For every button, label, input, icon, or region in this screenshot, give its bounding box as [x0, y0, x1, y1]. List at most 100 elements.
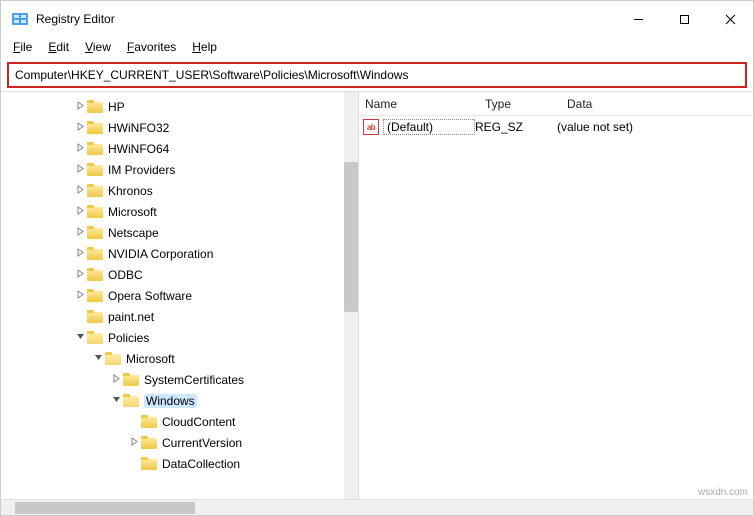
tree-item[interactable]: Windows [1, 390, 358, 411]
tree-item-label: Microsoft [126, 352, 175, 366]
tree-item[interactable]: Khronos [1, 180, 358, 201]
app-icon [11, 10, 29, 28]
tree-item-label: Microsoft [108, 205, 157, 219]
tree-item-label: Khronos [108, 184, 153, 198]
folder-icon [87, 289, 103, 302]
tree-item-label: Windows [144, 394, 197, 408]
chevron-down-icon[interactable] [91, 353, 105, 365]
column-type[interactable]: Type [485, 97, 567, 111]
tree-item-label: NVIDIA Corporation [108, 247, 213, 261]
value-type: REG_SZ [475, 120, 557, 134]
menu-file[interactable]: File [13, 40, 32, 54]
folder-icon [87, 205, 103, 218]
chevron-down-icon[interactable] [73, 332, 87, 344]
tree-item-label: Netscape [108, 226, 159, 240]
chevron-right-icon[interactable] [73, 185, 87, 197]
chevron-right-icon[interactable] [73, 227, 87, 239]
tree-item[interactable]: HWiNFO32 [1, 117, 358, 138]
tree-item-label: ODBC [108, 268, 143, 282]
tree-item-label: Opera Software [108, 289, 192, 303]
tree-item[interactable]: Netscape [1, 222, 358, 243]
folder-icon [87, 331, 103, 344]
tree-item[interactable]: . CloudContent [1, 411, 358, 432]
column-headers[interactable]: Name Type Data [359, 92, 753, 116]
menu-bar: File Edit View Favorites Help [1, 37, 753, 59]
tree-item[interactable]: Opera Software [1, 285, 358, 306]
tree-pane[interactable]: HP HWiNFO32 HWiNFO64 IM Providers Khronos Mic… [1, 92, 359, 499]
tree-item-label: HWiNFO64 [108, 142, 169, 156]
folder-icon [87, 310, 103, 323]
address-bar[interactable]: Computer\HKEY_CURRENT_USER\Software\Poli… [7, 62, 747, 88]
horizontal-scrollbar[interactable] [1, 499, 753, 515]
minimize-button[interactable] [615, 1, 661, 37]
tree-item[interactable]: SystemCertificates [1, 369, 358, 390]
folder-icon [87, 226, 103, 239]
tree-item-label: paint.net [108, 310, 154, 324]
tree-item[interactable]: . DataCollection [1, 453, 358, 474]
values-pane: Name Type Data ab (Default) REG_SZ (valu… [359, 92, 753, 499]
tree-item-label: Policies [108, 331, 149, 345]
close-button[interactable] [707, 1, 753, 37]
tree-item-label: CloudContent [162, 415, 235, 429]
folder-icon [141, 457, 157, 470]
value-name[interactable]: (Default) [383, 119, 475, 135]
tree-item[interactable]: Microsoft [1, 348, 358, 369]
folder-icon [87, 100, 103, 113]
twisty-spacer: . [127, 416, 141, 427]
chevron-right-icon[interactable] [73, 269, 87, 281]
tree-item[interactable]: HP [1, 96, 358, 117]
tree-item-label: HP [108, 100, 125, 114]
chevron-right-icon[interactable] [73, 206, 87, 218]
tree-item[interactable]: NVIDIA Corporation [1, 243, 358, 264]
twisty-spacer: . [73, 311, 87, 322]
tree-item[interactable]: HWiNFO64 [1, 138, 358, 159]
tree-item-label: CurrentVersion [162, 436, 242, 450]
menu-favorites[interactable]: Favorites [127, 40, 176, 54]
folder-icon [123, 373, 139, 386]
chevron-down-icon[interactable] [109, 395, 123, 407]
folder-icon [87, 268, 103, 281]
chevron-right-icon[interactable] [73, 164, 87, 176]
chevron-right-icon[interactable] [109, 374, 123, 386]
vertical-scrollbar[interactable] [344, 92, 358, 499]
folder-icon [141, 415, 157, 428]
menu-help[interactable]: Help [192, 40, 217, 54]
value-row[interactable]: ab (Default) REG_SZ (value not set) [359, 116, 753, 138]
chevron-right-icon[interactable] [73, 290, 87, 302]
tree-item[interactable]: ODBC [1, 264, 358, 285]
column-name[interactable]: Name [365, 97, 485, 111]
folder-icon [141, 436, 157, 449]
column-data[interactable]: Data [567, 97, 753, 111]
chevron-right-icon[interactable] [73, 101, 87, 113]
maximize-button[interactable] [661, 1, 707, 37]
tree-item[interactable]: CurrentVersion [1, 432, 358, 453]
folder-icon [123, 394, 139, 407]
tree-item[interactable]: . paint.net [1, 306, 358, 327]
hscroll-thumb[interactable] [15, 502, 195, 514]
chevron-right-icon[interactable] [73, 143, 87, 155]
window-controls [615, 1, 753, 37]
folder-icon [87, 247, 103, 260]
folder-icon [87, 142, 103, 155]
tree-item-label: SystemCertificates [144, 373, 244, 387]
string-value-icon: ab [363, 119, 379, 135]
menu-edit[interactable]: Edit [48, 40, 69, 54]
tree-item-label: DataCollection [162, 457, 240, 471]
window-title: Registry Editor [36, 12, 115, 26]
chevron-right-icon[interactable] [73, 248, 87, 260]
chevron-right-icon[interactable] [127, 437, 141, 449]
folder-icon [87, 121, 103, 134]
tree-item-label: IM Providers [108, 163, 175, 177]
tree-item[interactable]: IM Providers [1, 159, 358, 180]
tree-item[interactable]: Microsoft [1, 201, 358, 222]
folder-icon [87, 163, 103, 176]
chevron-right-icon[interactable] [73, 122, 87, 134]
twisty-spacer: . [127, 458, 141, 469]
tree-item-label: HWiNFO32 [108, 121, 169, 135]
watermark: wsxdn.com [698, 487, 748, 498]
folder-icon [87, 184, 103, 197]
scrollbar-thumb[interactable] [344, 162, 358, 312]
menu-view[interactable]: View [85, 40, 111, 54]
title-bar: Registry Editor [1, 1, 753, 37]
tree-item[interactable]: Policies [1, 327, 358, 348]
